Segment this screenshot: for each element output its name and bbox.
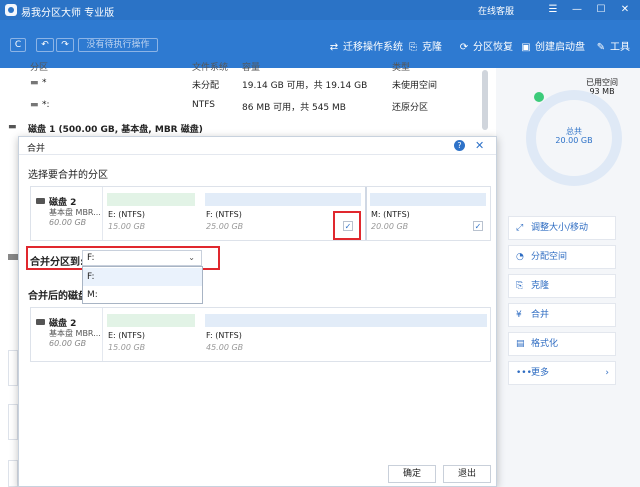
ok-button[interactable]: 确定: [388, 465, 436, 483]
disk-icon: [8, 254, 18, 260]
after-merge-heading: 合并后的磁盘: [28, 291, 88, 302]
merge-target-dropdown: F: M:: [82, 266, 203, 304]
merge-action-button[interactable]: ¥ 合并: [508, 303, 616, 327]
highlight-box: [333, 211, 361, 240]
table-row[interactable]: ▬ * 未分配 19.14 GB 可用，共 19.14 GB 未使用空间: [0, 76, 480, 91]
partition-bar: [205, 314, 487, 327]
undo-button[interactable]: ↶: [36, 38, 54, 52]
merge-icon: ¥: [516, 310, 522, 320]
used-indicator: [534, 92, 544, 102]
total-value: 20.00 GB: [555, 136, 593, 145]
pie-icon: ◔: [516, 252, 524, 262]
result-partition-e[interactable]: E: (NTFS) 15.00 GB: [105, 308, 201, 361]
clone-button[interactable]: ⎘ 克隆: [407, 38, 442, 53]
cancel-button[interactable]: 退出: [443, 465, 491, 483]
disk-info: 磁盘 2 基本盘 MBR... 60.00 GB: [31, 187, 103, 240]
dropdown-option-m[interactable]: M:: [83, 286, 202, 304]
wrench-icon: ✎: [596, 42, 606, 53]
partition-name: E: (NTFS): [108, 331, 145, 340]
resize-icon: ⤢: [516, 223, 524, 233]
app-logo-icon: [5, 4, 17, 16]
partition-m[interactable]: M: (NTFS) 20.00 GB: [368, 187, 490, 240]
partition-bar: [370, 193, 486, 206]
partition-bar: [107, 314, 195, 327]
disk-icon: ▬: [8, 122, 17, 132]
partition-name: F: (NTFS): [206, 331, 242, 340]
drive-icon: ▬: [30, 78, 39, 88]
online-support-link[interactable]: 在线客服: [478, 4, 514, 17]
partition-name: M: (NTFS): [371, 210, 410, 219]
drive-icon: ▬: [30, 100, 39, 110]
source-disk-card: 磁盘 2 基本盘 MBR... 60.00 GB E: (NTFS) 15.00…: [30, 186, 491, 241]
clone-icon: ⎘: [409, 42, 417, 53]
recovery-icon: ⟳: [459, 42, 469, 53]
more-icon: •••: [516, 368, 532, 378]
dialog-title: 合并: [27, 144, 46, 154]
disk-type: 基本盘 MBR...: [49, 208, 101, 217]
migrate-icon: ⇄: [329, 42, 339, 53]
disk-1-row[interactable]: ▬ 磁盘 1 (500.00 GB, 基本盘, MBR 磁盘): [0, 120, 480, 135]
menu-icon[interactable]: ☰: [544, 2, 562, 18]
refresh-button[interactable]: C: [10, 38, 26, 52]
partition-name: E: (NTFS): [108, 210, 145, 219]
tools-button[interactable]: ✎ 工具: [595, 38, 630, 53]
scrollbar-thumb[interactable]: [482, 70, 488, 130]
pending-operations-button[interactable]: 没有待执行操作: [78, 38, 158, 52]
clone-icon: ⎘: [516, 281, 524, 291]
result-partition-f[interactable]: F: (NTFS) 45.00 GB: [203, 308, 489, 361]
partition-bar: [205, 193, 361, 206]
partition-size: 15.00 GB: [108, 343, 146, 352]
disk-size: 60.00 GB: [49, 218, 87, 227]
table-header: 分区 文件系统 容量 类型: [30, 63, 411, 73]
disk-card-fragment: [8, 350, 18, 386]
result-disk-card: 磁盘 2 基本盘 MBR... 60.00 GB E: (NTFS) 15.00…: [30, 307, 491, 362]
partition-bar: [107, 193, 195, 206]
disk-icon: [36, 319, 45, 325]
disk-card-fragment: [8, 404, 18, 440]
partition-size: 25.00 GB: [206, 222, 244, 231]
disk-icon: [36, 198, 45, 204]
partition-name: F: (NTFS): [206, 210, 242, 219]
partition-recovery-button[interactable]: ⟳ 分区恢复: [458, 38, 513, 53]
partition-size: 45.00 GB: [206, 343, 244, 352]
partition-size: 20.00 GB: [371, 222, 409, 231]
disk-info: 磁盘 2 基本盘 MBR... 60.00 GB: [31, 308, 103, 361]
partition-e[interactable]: E: (NTFS) 15.00 GB: [105, 187, 201, 240]
format-action-button[interactable]: ▤ 格式化: [508, 332, 616, 356]
format-icon: ▤: [516, 339, 525, 349]
table-row[interactable]: ▬ *: NTFS 86 MB 可用，共 545 MB 还原分区: [0, 98, 480, 113]
app-title: 易我分区大师 专业版: [21, 8, 115, 19]
maximize-icon[interactable]: ☐: [592, 2, 610, 18]
title-bar: 易我分区大师 专业版 在线客服 ☰ — ☐ ✕: [0, 0, 640, 20]
disk-type: 基本盘 MBR...: [49, 329, 101, 338]
close-window-icon[interactable]: ✕: [616, 2, 634, 18]
redo-button[interactable]: ↷: [56, 38, 74, 52]
close-icon[interactable]: ✕: [475, 139, 484, 152]
create-boot-disk-button[interactable]: ▣ 创建启动盘: [520, 38, 585, 53]
boot-disk-icon: ▣: [521, 42, 531, 53]
resize-move-button[interactable]: ⤢ 调整大小/移动: [508, 216, 616, 240]
partition-size: 15.00 GB: [108, 222, 146, 231]
more-button[interactable]: ••• 更多 ›: [508, 361, 616, 385]
disk-size: 60.00 GB: [49, 339, 87, 348]
dropdown-option-f[interactable]: F:: [83, 268, 202, 286]
minimize-icon[interactable]: —: [568, 2, 586, 18]
clone-action-button[interactable]: ⎘ 克隆: [508, 274, 616, 298]
disk-card-fragment: [8, 460, 18, 487]
select-partitions-heading: 选择要合并的分区: [28, 170, 108, 181]
chevron-right-icon: ›: [605, 368, 609, 378]
allocate-space-button[interactable]: ◔ 分配空间: [508, 245, 616, 269]
help-icon[interactable]: ?: [454, 140, 465, 151]
partition-divider: [365, 187, 367, 240]
dialog-title-bar: 合并 ? ✕: [19, 137, 496, 155]
partition-m-checkbox[interactable]: ✓: [473, 221, 483, 231]
migrate-os-button[interactable]: ⇄ 迁移操作系统: [328, 38, 403, 53]
